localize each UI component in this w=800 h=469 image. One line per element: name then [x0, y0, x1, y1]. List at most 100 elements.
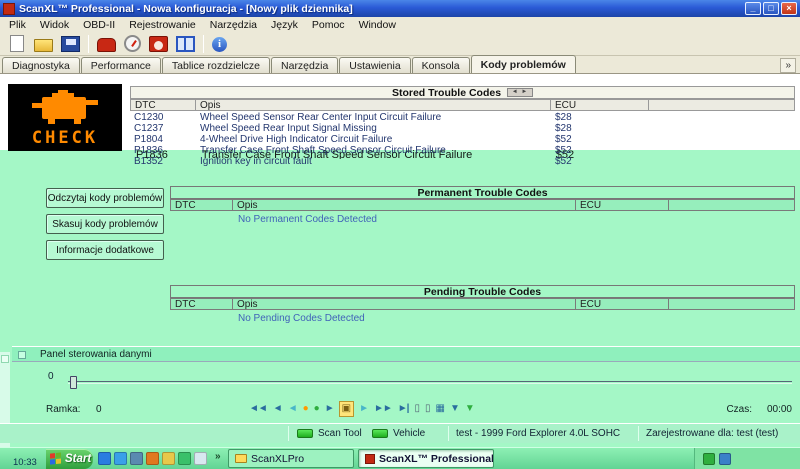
window-title: ScanXL™ Professional - Nowa konfiguracja… [19, 3, 745, 15]
registered-to: Zarejestrowane dla: test (test) [646, 428, 778, 439]
menu-item-rejestrowanie[interactable]: Rejestrowanie [122, 18, 203, 32]
gauge-icon[interactable] [124, 35, 141, 52]
pending-empty-message: No Pending Codes Detected [238, 313, 365, 324]
new-log-button[interactable]: ▯ [413, 402, 420, 416]
open-log-button[interactable]: ▯ [424, 402, 431, 416]
tab-diagnostyka[interactable]: Diagnostyka [2, 57, 80, 73]
tab-overflow-button[interactable]: » [780, 58, 796, 73]
maximize-button[interactable]: □ [763, 2, 779, 15]
tab-performance[interactable]: Performance [81, 57, 161, 73]
antivirus-tray-icon[interactable] [703, 453, 715, 465]
column-ecu[interactable]: ECU [576, 199, 669, 211]
read-codes-button[interactable]: Odczytaj kody problemów [46, 188, 164, 208]
taskbar: 10:33 Start » ScanXLPro ScanXL™ Professi… [0, 447, 800, 469]
stop-button[interactable]: ● [313, 402, 320, 416]
fast-forward-button[interactable]: ►► [373, 402, 393, 416]
playback-controls: ◄◄◄◄●●►▣►►►►|▯▯▦▼▼ [248, 401, 475, 417]
header-scrollbar-artifact[interactable]: ◄ ► [507, 88, 533, 97]
column-opis[interactable]: Opis [233, 298, 576, 310]
start-button[interactable]: Start [46, 449, 93, 469]
quick-launch [98, 452, 207, 465]
menu-item-narz-dzia[interactable]: Narzędzia [203, 18, 264, 32]
rewind-button[interactable]: ◄ [272, 402, 283, 416]
tab-tablice-rozdzielcze[interactable]: Tablice rozdzielcze [162, 57, 270, 73]
meter-icon[interactable] [149, 36, 168, 52]
toolbar-separator [203, 35, 204, 53]
column-dtc[interactable]: DTC [170, 199, 233, 211]
table-row[interactable]: P1836Transfer Case Front Shaft Speed Sen… [130, 145, 795, 156]
tab-bar: DiagnostykaPerformanceTablice rozdzielcz… [0, 56, 800, 74]
menu-item-pomoc[interactable]: Pomoc [305, 18, 352, 32]
download-button[interactable]: ▼ [464, 402, 475, 416]
mail-icon[interactable] [114, 452, 127, 465]
menu-item-widok[interactable]: Widok [33, 18, 76, 32]
additional-info-button[interactable]: Informacje dodatkowe [46, 240, 164, 260]
clear-codes-button[interactable]: Skasuj kody problemów [46, 214, 164, 234]
table-row[interactable]: P18044-Wheel Drive High Indicator Circui… [130, 134, 795, 145]
app-icon [3, 3, 15, 15]
info-icon[interactable] [212, 37, 227, 52]
column-opis[interactable]: Opis [233, 199, 576, 211]
play-button[interactable]: ► [324, 402, 335, 416]
pending-codes-column-header: DTC Opis ECU [170, 298, 795, 310]
step-back-button[interactable]: ◄ [287, 402, 298, 416]
record-button[interactable]: ● [302, 402, 309, 416]
dashboard-icon[interactable] [176, 36, 195, 52]
messenger-icon[interactable] [178, 452, 191, 465]
ie-icon[interactable] [98, 452, 111, 465]
taskbar-button-scanxlpro[interactable]: ScanXLPro [228, 449, 354, 468]
pending-codes-title: Pending Trouble Codes [424, 286, 541, 298]
menu-item-obd-ii[interactable]: OBD-II [76, 18, 122, 32]
table-row[interactable]: C1230Wheel Speed Sensor Rear Center Inpu… [130, 112, 795, 123]
open-folder-icon[interactable] [34, 39, 53, 52]
media-player-icon[interactable] [146, 452, 159, 465]
menu-item-j-zyk[interactable]: Język [264, 18, 305, 32]
column-ecu[interactable]: ECU [576, 298, 669, 310]
taskbar-button-scanxl[interactable]: ScanXL™ Professional... [358, 449, 494, 468]
new-file-icon[interactable] [10, 35, 24, 52]
vehicle-info: test - 1999 Ford Explorer 4.0L SOHC [456, 428, 620, 439]
artifact-square [1, 355, 9, 363]
save-log-button[interactable]: ▦ [435, 402, 445, 416]
tab-ustawienia[interactable]: Ustawienia [339, 57, 410, 73]
first-frame-button[interactable]: ◄◄ [248, 402, 268, 416]
save-icon[interactable] [61, 36, 80, 52]
network-tray-icon[interactable] [719, 453, 731, 465]
log-folder-button[interactable]: ▣ [339, 401, 354, 417]
menu-item-window[interactable]: Window [352, 18, 403, 32]
data-control-panel-bar[interactable]: Panel sterowania danymi [12, 346, 800, 362]
column-extra[interactable] [669, 298, 795, 310]
scan-tool-label: Scan Tool [318, 428, 362, 439]
pending-codes-header: Pending Trouble Codes [170, 285, 795, 298]
last-frame-button[interactable]: ►| [397, 402, 410, 416]
stored-codes-header: Stored Trouble Codes ◄ ► [130, 86, 795, 99]
step-forward-button[interactable]: ► [358, 402, 369, 416]
frame-slider-handle[interactable] [70, 376, 77, 389]
check-label: CHECK [32, 128, 98, 148]
stored-codes-column-header: DTC Opis ECU [130, 99, 795, 111]
minimize-button[interactable]: _ [745, 2, 761, 15]
frame-slider-track[interactable] [68, 381, 792, 384]
toolbar [0, 32, 800, 56]
table-row[interactable]: B1352Ignition key in circuit fault$52 [130, 156, 795, 167]
table-row[interactable]: C1237Wheel Speed Rear Input Signal Missi… [130, 123, 795, 134]
scanxl-app-icon [365, 454, 375, 464]
show-desktop-icon[interactable] [130, 452, 143, 465]
column-dtc[interactable]: DTC [130, 99, 196, 111]
column-extra[interactable] [649, 99, 795, 111]
close-button[interactable]: × [781, 2, 797, 15]
quick-launch-overflow[interactable]: » [215, 451, 221, 462]
connector-icon[interactable] [97, 38, 116, 52]
menu-item-plik[interactable]: Plik [2, 18, 33, 32]
doc-icon[interactable] [194, 452, 207, 465]
column-ecu[interactable]: ECU [551, 99, 649, 111]
tab-konsola[interactable]: Konsola [412, 57, 470, 73]
column-opis[interactable]: Opis [196, 99, 551, 111]
tab-kody-problem-w[interactable]: Kody problemów [471, 55, 576, 73]
column-dtc[interactable]: DTC [170, 298, 233, 310]
folder-icon[interactable] [162, 452, 175, 465]
tab-narz-dzia[interactable]: Narzędzia [271, 57, 338, 73]
stored-codes-title: Stored Trouble Codes [392, 87, 501, 99]
export-button[interactable]: ▼ [449, 402, 460, 416]
column-extra[interactable] [669, 199, 795, 211]
